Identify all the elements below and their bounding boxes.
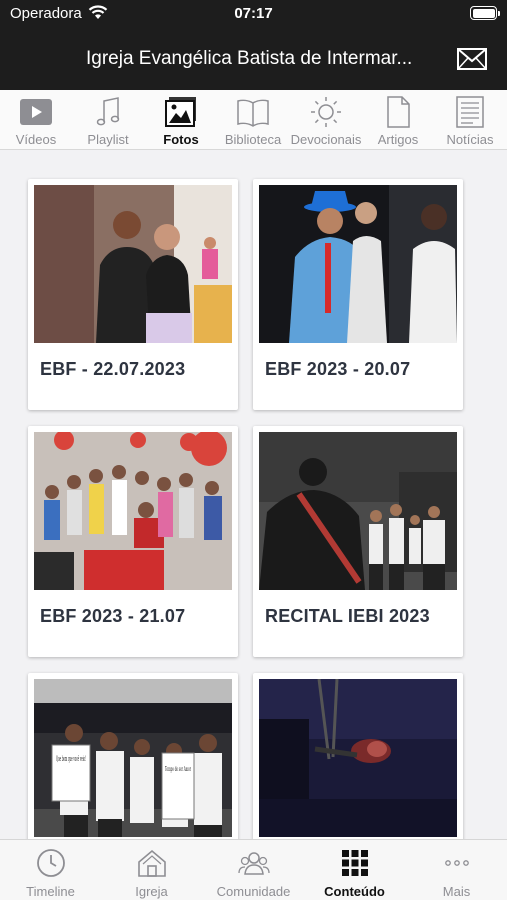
newspaper-icon	[456, 96, 484, 128]
album-cover-image	[259, 679, 457, 837]
tab-comunidade[interactable]: Comunidade	[203, 840, 304, 900]
content-tabs: Vídeos Playlist Fotos Biblioteca Devocio…	[0, 90, 507, 150]
photos-icon	[165, 97, 196, 127]
document-icon	[387, 96, 410, 128]
tab-label: Comunidade	[216, 884, 291, 899]
album-title: RECITAL IEBI 2023	[265, 606, 430, 626]
tab-conteudo[interactable]: Conteúdo	[304, 840, 405, 900]
tab-devocionais[interactable]: Devocionais	[290, 90, 362, 150]
album-cover-image	[259, 432, 457, 590]
sign-text: Tempo de ser Amor	[165, 766, 191, 773]
tab-label: Igreja	[135, 884, 168, 899]
tab-label: Notícias	[446, 132, 494, 147]
sign-text: Que bom que você veio!	[56, 755, 86, 763]
church-icon	[137, 849, 166, 877]
album-card[interactable]: EBF 2023 - 21.07	[28, 426, 238, 657]
tab-artigos[interactable]: Artigos	[362, 90, 434, 150]
mail-icon[interactable]	[457, 48, 487, 70]
photo-album-grid: EBF - 22.07.2023 EBF 2023 - 20.07 EBF 20…	[0, 151, 507, 839]
album-cover-image	[34, 432, 232, 590]
album-cover-image	[259, 185, 457, 343]
album-cover-image	[34, 185, 232, 343]
tab-biblioteca[interactable]: Biblioteca	[217, 90, 289, 150]
clock-icon	[36, 849, 65, 877]
people-icon	[237, 852, 270, 875]
album-cover-image: Que bom que você veio! Tempo de ser Amor	[34, 679, 232, 837]
tab-label: Timeline	[26, 884, 75, 899]
tab-playlist[interactable]: Playlist	[72, 90, 144, 150]
tab-label: Biblioteca	[224, 132, 282, 147]
bottom-tab-bar: Timeline Igreja Comunidade Conteúdo Mais	[0, 839, 507, 900]
album-card[interactable]: RECITAL IEBI 2023	[253, 426, 463, 657]
tab-igreja[interactable]: Igreja	[101, 840, 202, 900]
music-note-icon	[96, 97, 120, 126]
tab-label: Conteúdo	[324, 884, 385, 899]
sun-icon	[311, 97, 341, 127]
more-icon	[444, 860, 469, 866]
top-bar: Operadora 07:17 Igreja Evangélica Batist…	[0, 0, 507, 90]
book-icon	[237, 99, 269, 127]
album-card[interactable]	[253, 673, 463, 839]
album-card[interactable]: EBF 2023 - 20.07	[253, 179, 463, 410]
tab-fotos[interactable]: Fotos	[145, 90, 217, 150]
clock-time: 07:17	[234, 5, 273, 22]
album-title: EBF 2023 - 20.07	[265, 359, 411, 379]
page-title: Igreja Evangélica Batista de Intermar...	[86, 48, 413, 69]
tab-label: Mais	[442, 884, 471, 899]
tab-videos[interactable]: Vídeos	[0, 90, 72, 150]
album-card[interactable]: EBF - 22.07.2023	[28, 179, 238, 410]
tab-mais[interactable]: Mais	[406, 840, 507, 900]
grid-icon	[341, 850, 368, 876]
album-title: EBF - 22.07.2023	[40, 359, 186, 379]
album-title: EBF 2023 - 21.07	[40, 606, 186, 626]
tab-timeline[interactable]: Timeline	[0, 840, 101, 900]
battery-icon	[470, 6, 500, 20]
album-card[interactable]: Que bom que você veio! Tempo de ser Amor	[28, 673, 238, 839]
tab-label: Playlist	[87, 132, 129, 147]
play-icon	[20, 99, 52, 125]
status-bar: Operadora 07:17	[0, 0, 507, 28]
tab-noticias[interactable]: Notícias	[434, 90, 506, 150]
